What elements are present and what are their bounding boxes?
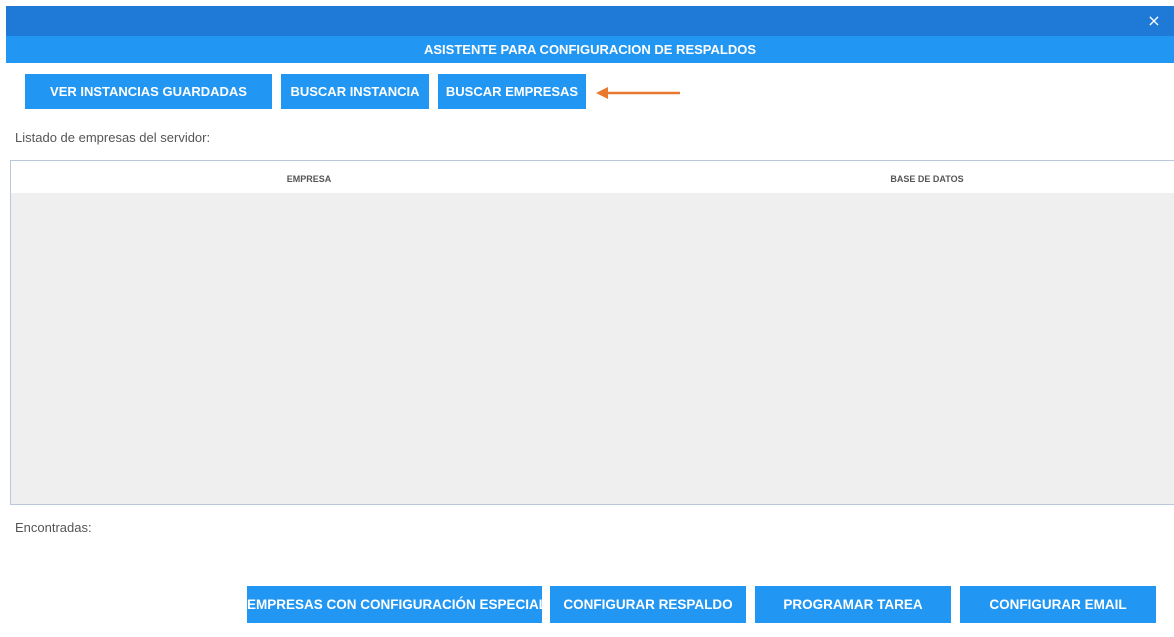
close-icon[interactable]: × (1144, 11, 1164, 31)
ver-instancias-guardadas-button[interactable]: VER INSTANCIAS GUARDADAS (25, 74, 272, 109)
configurar-email-button[interactable]: CONFIGURAR EMAIL (960, 586, 1156, 623)
found-count-label: Encontradas: (15, 520, 92, 535)
empresas-configuracion-especial-button[interactable]: EMPRESAS CON CONFIGURACIÓN ESPECIAL (247, 586, 547, 623)
configurar-respaldo-button[interactable]: CONFIGURAR RESPALDO (550, 586, 746, 623)
column-header-empresa[interactable]: EMPRESA (11, 161, 607, 193)
buscar-empresas-button[interactable]: BUSCAR EMPRESAS (438, 74, 586, 109)
programar-tarea-button[interactable]: PROGRAMAR TAREA (755, 586, 951, 623)
empresas-grid[interactable]: EMPRESA BASE DE DATOS (10, 160, 1174, 505)
arrow-left-icon (596, 87, 680, 99)
empresas-list-label: Listado de empresas del servidor: (15, 130, 211, 145)
column-header-base-de-datos[interactable]: BASE DE DATOS (607, 161, 1174, 193)
window-topbar: × (6, 6, 1174, 36)
buscar-instancia-button[interactable]: BUSCAR INSTANCIA (281, 74, 429, 109)
wizard-title: ASISTENTE PARA CONFIGURACION DE RESPALDO… (6, 36, 1174, 63)
grid-header: EMPRESA BASE DE DATOS (11, 161, 1174, 193)
